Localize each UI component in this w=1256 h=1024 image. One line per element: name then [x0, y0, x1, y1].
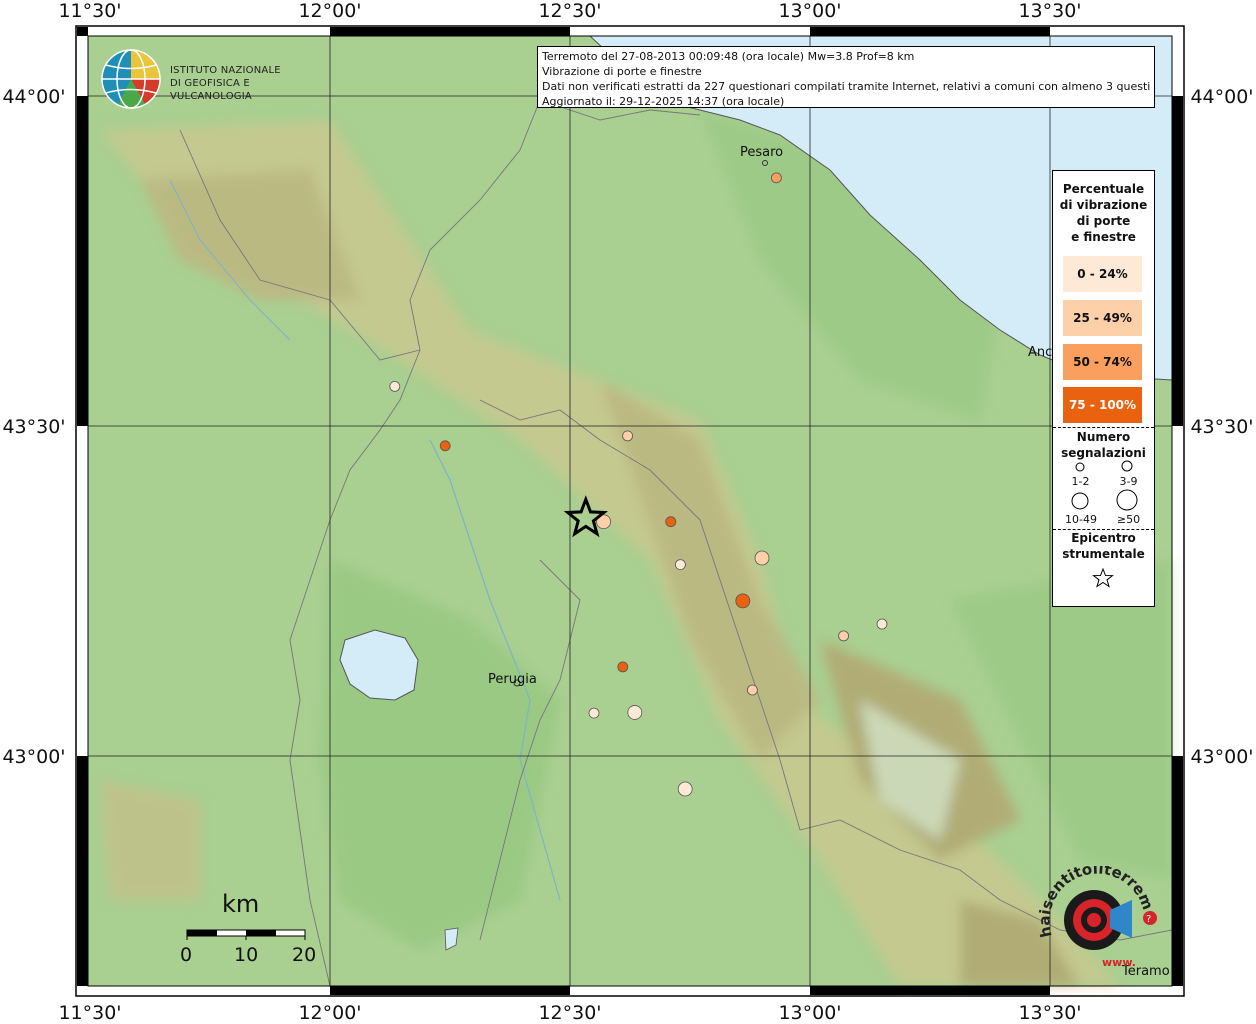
logo-line2: DI GEOFISICA E VULCANOLOGIA [170, 78, 252, 102]
legend-title: di vibrazione [1059, 198, 1148, 212]
intensity-point[interactable] [439, 440, 451, 452]
lon-label: 12°30' [538, 1002, 601, 1024]
lat-label: 43°00' [1190, 746, 1253, 768]
intensity-point[interactable] [617, 661, 629, 673]
scale-ruler [186, 929, 306, 940]
lon-label: 12°30' [538, 0, 601, 22]
lon-label: 13°00' [778, 0, 841, 22]
legend-count-label: ≥50 [1116, 513, 1141, 526]
lat-label: 44°00' [2, 86, 65, 108]
intensity-point[interactable] [389, 380, 401, 392]
lat-label: 43°30' [1190, 416, 1253, 438]
lon-label: 11°30' [58, 0, 121, 22]
legend-class-box: 50 - 74% [1063, 344, 1142, 380]
info-parameter: Vibrazione di porte e finestre [542, 65, 702, 78]
legend-count-title: Numero [1076, 430, 1131, 444]
legend-title: di porte [1076, 214, 1131, 228]
ingv-logo: ISTITUTO NAZIONALE DI GEOFISICA E VULCAN… [100, 48, 330, 110]
intensity-point[interactable] [735, 593, 751, 609]
city-pesaro: Pesaro [740, 145, 783, 160]
lon-labels-bottom: 11°30' 12°00' 12°30' 13°00' 13°30' [58, 1002, 1081, 1024]
lat-labels-right: 44°00' 43°30' 43°00' [1190, 86, 1253, 768]
legend: Percentuale di vibrazione di porte e fin… [1052, 170, 1155, 607]
intensity-point[interactable] [665, 516, 677, 528]
event-info-box: Terremoto del 27-08-2013 00:09:48 (ora l… [537, 46, 1155, 108]
haisentito-logo-icon: ? haisentitoilterremoto.it www. [1027, 852, 1157, 969]
lon-label: 13°00' [778, 1002, 841, 1024]
info-source: Dati non verificati estratti da 227 ques… [542, 80, 1150, 93]
lat-label: 43°00' [2, 746, 65, 768]
legend-count-label: 3-9 [1119, 475, 1138, 488]
scale-unit: km [222, 890, 260, 918]
lon-label: 11°30' [58, 1002, 121, 1024]
legend-title: Percentuale [1062, 182, 1145, 196]
logo-line1: ISTITUTO NAZIONALE [170, 65, 281, 76]
intensity-point[interactable] [747, 684, 758, 696]
lon-labels-top: 11°30' 12°00' 12°30' 13°00' 13°30' [58, 0, 1081, 22]
legend-class-box: 75 - 100% [1063, 387, 1142, 423]
legend-size-symbols [1071, 460, 1138, 511]
lat-label: 44°00' [1190, 86, 1253, 108]
legend-star-icon [1092, 567, 1114, 588]
globe-icon [101, 49, 161, 109]
intensity-point[interactable] [627, 705, 643, 720]
haisentito-badge[interactable]: ? haisentitoilterremoto.it www. [1027, 852, 1162, 976]
info-updated: Aggiornato il: 29-12-2025 14:37 (ora loc… [542, 95, 785, 108]
lon-label: 13°30' [1018, 0, 1081, 22]
legend-class-box: 0 - 24% [1063, 256, 1142, 292]
legend-epicenter-title: Epicentro [1071, 531, 1136, 545]
legend-count-label: 1-2 [1071, 475, 1090, 488]
legend-separator [1053, 427, 1154, 428]
intensity-point[interactable] [876, 618, 888, 630]
legend-title: e finestre [1071, 230, 1136, 244]
intensity-point[interactable] [754, 550, 770, 566]
legend-count-label: 10-49 [1065, 513, 1097, 526]
lon-label: 12°00' [298, 0, 361, 22]
lon-label: 13°30' [1018, 1002, 1081, 1024]
intensity-point[interactable] [675, 559, 686, 570]
map-area [87, 35, 1173, 987]
scale-tick: 0 [180, 944, 193, 966]
svg-text:?: ? [1146, 914, 1151, 925]
lat-label: 43°30' [2, 416, 65, 438]
intensity-point[interactable] [771, 172, 782, 184]
scale-tick: 10 [234, 944, 259, 966]
city-ancona: Anc [1028, 345, 1052, 360]
lat-labels-left: 44°00' 43°30' 43°00' [2, 86, 65, 768]
badge-www: www. [1102, 956, 1136, 969]
info-event: Terremoto del 27-08-2013 00:09:48 (ora l… [542, 50, 915, 63]
scale-bar: km 0 10 20 [170, 890, 330, 970]
intensity-point[interactable] [677, 781, 693, 797]
legend-class-box: 25 - 49% [1063, 300, 1142, 336]
intensity-point[interactable] [838, 630, 849, 642]
lon-label: 12°00' [298, 1002, 361, 1024]
intensity-point[interactable] [588, 707, 600, 719]
city-perugia: Perugia [488, 672, 537, 687]
intensity-point[interactable] [622, 430, 633, 442]
legend-epicenter-title: strumentale [1062, 547, 1145, 561]
scale-tick: 20 [292, 944, 317, 966]
